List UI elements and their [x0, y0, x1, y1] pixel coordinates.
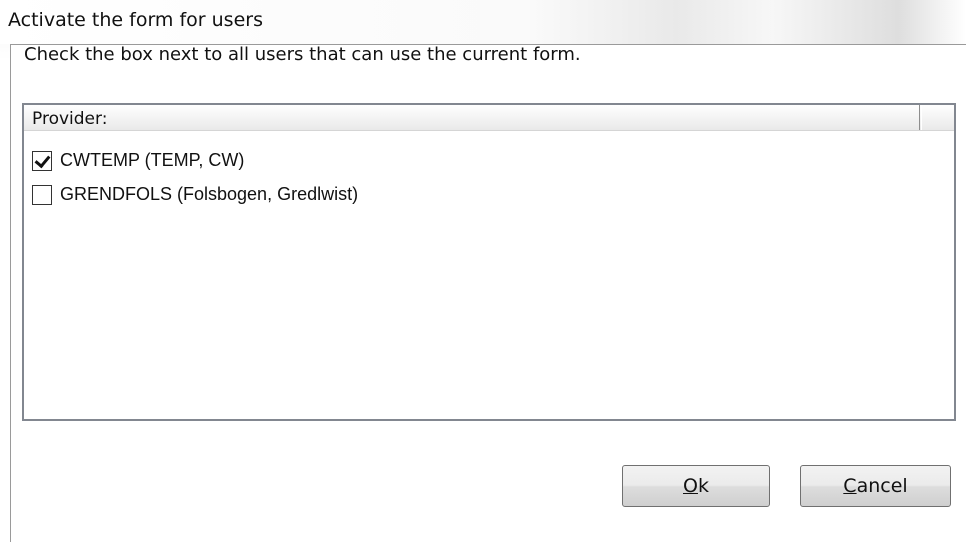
- list-item-checkbox[interactable]: [32, 185, 52, 205]
- list-item-checkbox[interactable]: [32, 151, 52, 171]
- cancel-label-rest: ancel: [856, 475, 908, 497]
- column-header-filler: [921, 105, 954, 130]
- checkmark-icon: [34, 151, 51, 169]
- cancel-button[interactable]: Cancel: [800, 465, 951, 507]
- column-header-provider[interactable]: Provider:: [24, 105, 920, 130]
- list-item-label[interactable]: GRENDFOLS (Folsbogen, Gredlwist): [60, 184, 358, 205]
- list-item-label[interactable]: CWTEMP (TEMP, CW): [60, 150, 244, 171]
- instruction-text: Check the box next to all users that can…: [24, 44, 581, 65]
- ok-button[interactable]: Ok: [622, 465, 770, 507]
- list-item[interactable]: GRENDFOLS (Folsbogen, Gredlwist): [28, 182, 928, 210]
- window-title: Activate the form for users: [8, 9, 263, 31]
- provider-list[interactable]: Provider: CWTEMP (TEMP, CW) GRENDFOLS (F…: [22, 103, 956, 421]
- list-item[interactable]: CWTEMP (TEMP, CW): [28, 148, 928, 176]
- title-bar[interactable]: Activate the form for users: [0, 0, 966, 44]
- list-header: Provider:: [24, 105, 954, 131]
- column-header-label: Provider:: [32, 109, 108, 129]
- ok-mnemonic: O: [683, 475, 698, 497]
- cancel-mnemonic: C: [843, 475, 857, 497]
- dialog-window: Activate the form for users Check the bo…: [0, 0, 966, 542]
- ok-label-rest: k: [697, 475, 709, 497]
